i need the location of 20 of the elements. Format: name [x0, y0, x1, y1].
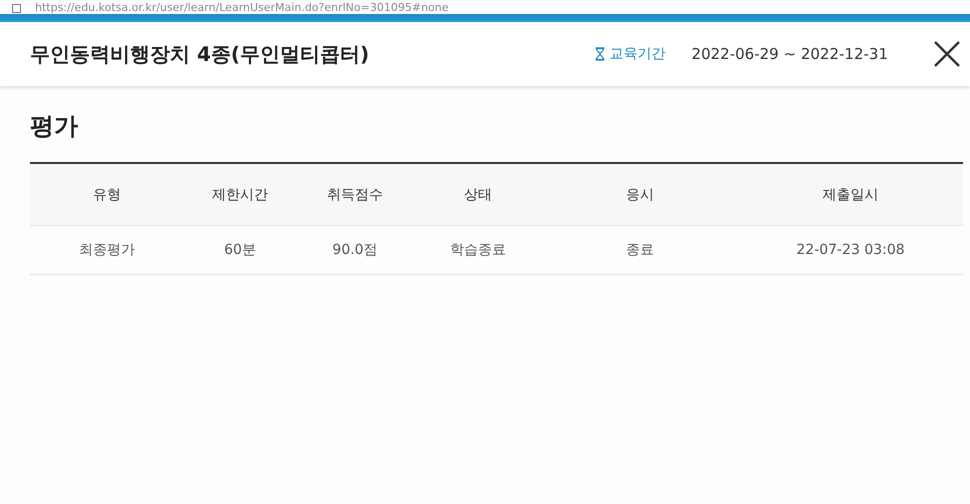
close-button[interactable] [932, 39, 962, 69]
column-header: 응시 [625, 186, 655, 204]
column-header: 유형 [92, 186, 122, 204]
page-icon [12, 4, 21, 13]
section-title: 평가 [30, 111, 79, 142]
table-cell-text: 22-07-23 03:08 [795, 241, 906, 260]
period-label: 교육기간 [610, 45, 666, 63]
table-cell-text: 최종평가 [78, 241, 136, 260]
column-header: 제한시간 [211, 186, 269, 204]
course-title: 무인동력비행장치 4종(무인멀티콥터) [30, 40, 370, 68]
table-cell-text: 학습종료 [449, 241, 507, 260]
hourglass-icon [594, 47, 606, 61]
column-header: 제출일시 [822, 186, 880, 204]
table-cell-text: 종료 [625, 241, 655, 260]
table-cell-text: 60분 [223, 241, 257, 260]
table-cell-text: 90.0점 [331, 241, 379, 260]
address-url[interactable]: https://edu.kotsa.or.kr/user/learn/LearnUserMain.do?enrlNo=301095#none [35, 2, 449, 14]
period-dates: 2022-06-29 ~ 2022-12-31 [692, 45, 888, 63]
column-header: 상태 [463, 186, 493, 204]
column-header: 취득점수 [326, 186, 384, 204]
